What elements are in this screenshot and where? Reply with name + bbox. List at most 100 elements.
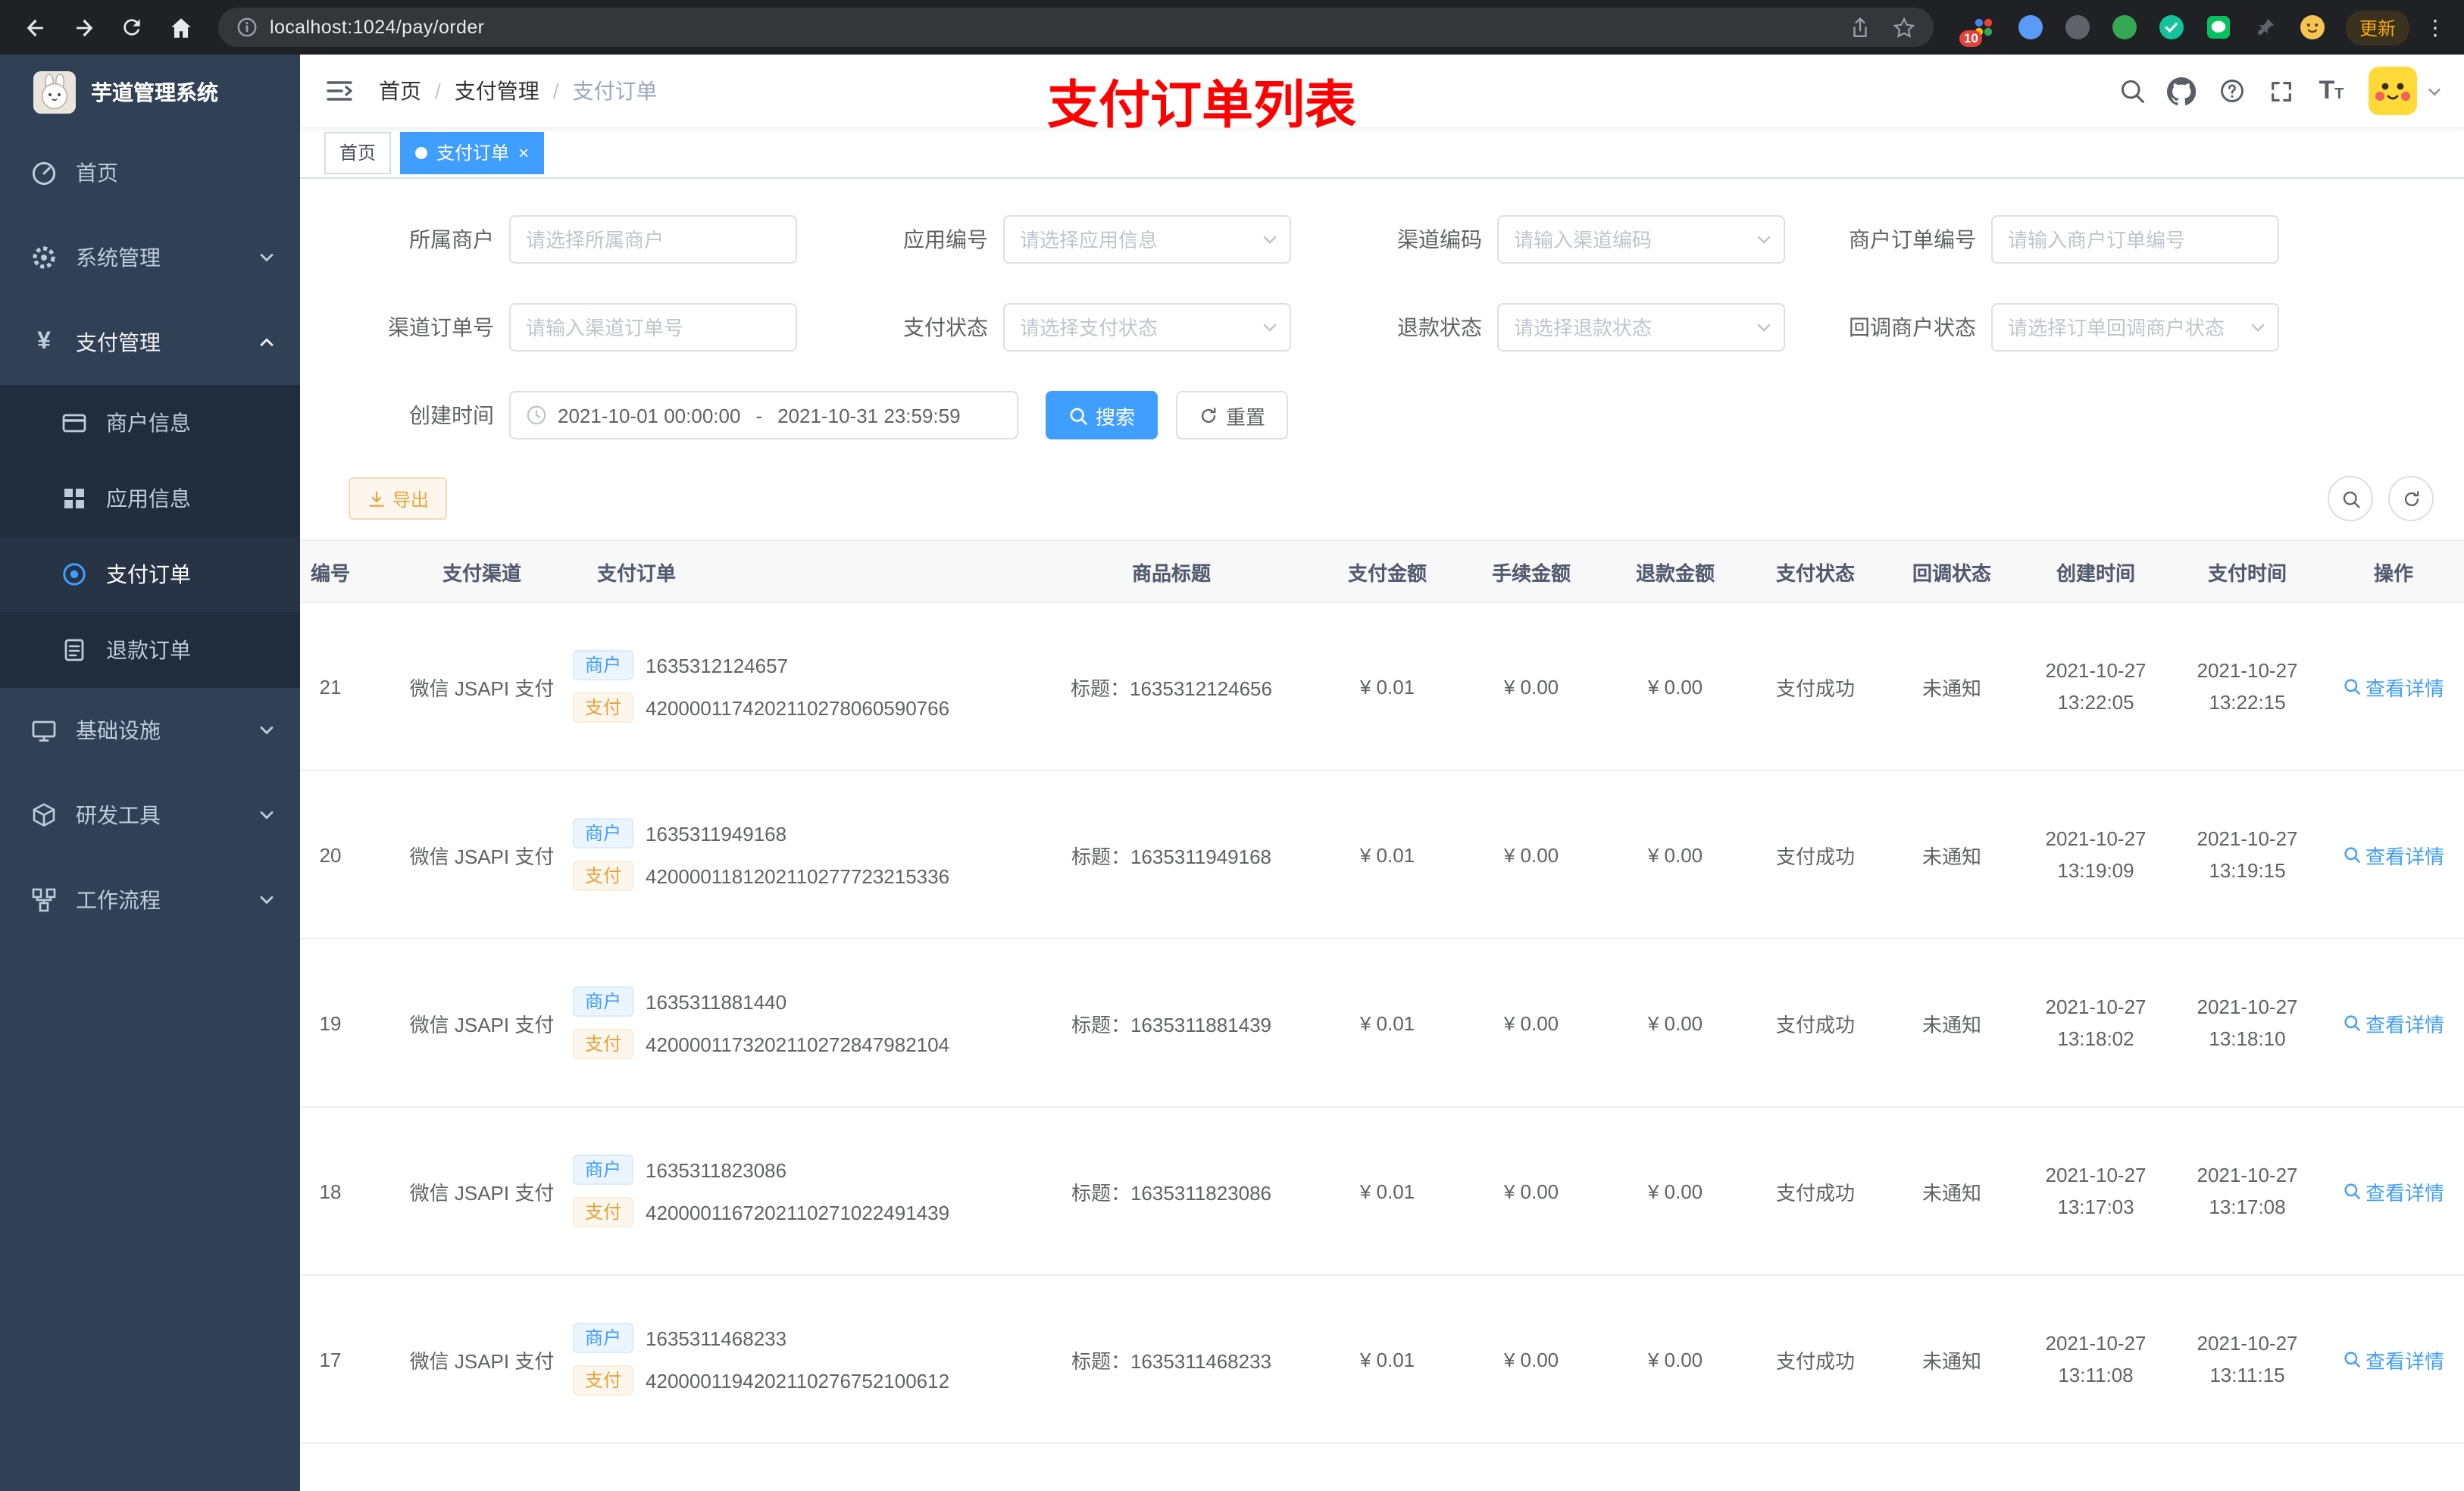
- notify-status-select[interactable]: [1991, 303, 2279, 352]
- github-icon[interactable]: [2156, 66, 2206, 116]
- user-avatar: [2369, 67, 2417, 115]
- filter-create-time: 创建时间 2021-10-01 00:00:00 - 2021-10-31 23…: [330, 391, 1018, 439]
- browser-menu-icon[interactable]: ⋮: [2422, 14, 2449, 40]
- toggle-search-icon[interactable]: [2328, 476, 2373, 521]
- clock-icon: [526, 405, 547, 426]
- hamburger-icon[interactable]: [321, 73, 358, 109]
- cell-pay-status: 支付成功: [1747, 1107, 1884, 1276]
- reload-icon[interactable]: [112, 8, 152, 47]
- merchant-order-no-input[interactable]: [1991, 215, 2279, 264]
- cell-amount: [1315, 1443, 1459, 1491]
- sidebar-menu: 首页 系统管理 ¥ 支付管理 商户信息 应用信息 支付订单 退款订单 基础设施 …: [0, 130, 300, 942]
- cell-pay-time: [2172, 1443, 2323, 1491]
- cell-title: 标题：: [1027, 1443, 1315, 1491]
- font-size-icon[interactable]: TT: [2306, 66, 2356, 116]
- title-value: 1635311468233: [1130, 1349, 1272, 1372]
- view-detail-link[interactable]: 查看详情: [2343, 840, 2444, 869]
- extension-chat-icon[interactable]: [2203, 12, 2234, 42]
- date-range-input[interactable]: 2021-10-01 00:00:00 - 2021-10-31 23:59:5…: [509, 391, 1018, 439]
- cell-pay-order: 商户 1635311823086 支付 42000011672021102710…: [573, 1107, 1027, 1276]
- sidebar-item-workflow[interactable]: 工作流程: [0, 858, 300, 942]
- tab-label: 首页: [339, 142, 377, 164]
- channel-order-no-input[interactable]: [509, 303, 797, 352]
- view-detail-label: 查看详情: [2365, 1349, 2444, 1372]
- merchant-order-no: 1635311468233: [646, 1327, 787, 1349]
- title-prefix: 标题：: [1070, 677, 1130, 699]
- extension-gray-icon[interactable]: [2062, 12, 2093, 42]
- pay-time: 13:19:15: [2209, 859, 2286, 882]
- sidebar-logo[interactable]: 芋道管理系统: [0, 55, 300, 130]
- cell-id: 18: [300, 1107, 391, 1276]
- cell-fee: ¥ 0.00: [1459, 771, 1603, 939]
- channel-pay-no: 4200001174202110278060590766: [646, 696, 950, 719]
- site-info-icon[interactable]: [236, 17, 258, 38]
- sidebar-item-infra[interactable]: 基础设施: [0, 688, 300, 773]
- extension-blue-icon[interactable]: [2015, 12, 2046, 42]
- sidebar-item-home[interactable]: 首页: [0, 130, 300, 215]
- sidebar-item-pay[interactable]: ¥ 支付管理: [0, 300, 300, 385]
- tab-home[interactable]: 首页: [324, 131, 392, 173]
- cell-id: [300, 1443, 391, 1491]
- user-menu[interactable]: [2369, 67, 2443, 115]
- sidebar-item-merchant-info[interactable]: 商户信息: [0, 385, 300, 461]
- url-bar[interactable]: localhost:1024/pay/order: [218, 8, 1934, 47]
- refresh-icon[interactable]: [2388, 476, 2434, 521]
- sidebar-item-devtools[interactable]: 研发工具: [0, 773, 300, 858]
- active-tab-dot: [415, 146, 428, 158]
- record-icon: [61, 561, 88, 588]
- chevron-down-icon: [258, 721, 276, 739]
- filter-merchant: 所属商户: [330, 215, 824, 264]
- back-icon[interactable]: [15, 8, 55, 47]
- refund-status-select[interactable]: [1497, 303, 1785, 352]
- pay-tag: 支付: [573, 1365, 634, 1396]
- extension-dots-icon[interactable]: 10: [1959, 12, 1999, 47]
- share-icon[interactable]: [1849, 16, 1871, 39]
- cell-create-time: 2021-10-27 13:19:09: [2020, 771, 2172, 939]
- view-detail-link[interactable]: 查看详情: [2343, 672, 2444, 701]
- col-title: 商品标题: [1027, 539, 1315, 603]
- tab-pay-order[interactable]: 支付订单 ×: [400, 131, 545, 173]
- view-detail-link[interactable]: 查看详情: [2343, 1177, 2444, 1205]
- browser-update-button[interactable]: 更新: [2345, 10, 2409, 45]
- view-detail-link[interactable]: 查看详情: [2343, 1345, 2444, 1374]
- app-select[interactable]: [1003, 215, 1291, 264]
- breadcrumb-pay-manage[interactable]: 支付管理: [455, 76, 539, 106]
- sidebar-item-app-info[interactable]: 应用信息: [0, 461, 300, 536]
- export-button[interactable]: 导出: [349, 477, 448, 520]
- search-button[interactable]: 搜索: [1046, 391, 1159, 439]
- forward-icon[interactable]: [64, 8, 103, 47]
- cell-pay-status: 支付成功: [1747, 602, 1884, 771]
- reset-button[interactable]: 重置: [1176, 391, 1289, 439]
- extension-green-icon[interactable]: [2109, 12, 2140, 42]
- cell-notify-status: 未通知: [1884, 771, 2020, 939]
- cube-icon: [30, 802, 58, 829]
- sidebar-item-pay-order[interactable]: 支付订单: [0, 536, 300, 612]
- merchant-select[interactable]: [509, 215, 797, 264]
- date-start: 2021-10-01 00:00:00: [558, 404, 741, 427]
- extension-check-icon[interactable]: [2156, 12, 2187, 42]
- col-actions: 操作: [2323, 539, 2464, 603]
- view-detail-link[interactable]: 查看详情: [2343, 1008, 2444, 1037]
- breadcrumb-home[interactable]: 首页: [379, 76, 421, 106]
- sidebar-item-label: 商户信息: [106, 411, 191, 435]
- document-icon: [61, 636, 88, 664]
- pay-status-select[interactable]: [1003, 303, 1291, 352]
- fullscreen-icon[interactable]: [2256, 66, 2306, 116]
- table-row: 商户 1635311857126 支付 标题： 查看详情: [300, 1443, 2464, 1491]
- search-icon[interactable]: [2106, 66, 2156, 116]
- create-time: 13:22:05: [2057, 691, 2134, 714]
- cell-title: 标题：1635311823086: [1027, 1107, 1315, 1276]
- col-notify-status: 回调状态: [1884, 539, 2020, 603]
- bookmark-star-icon[interactable]: [1893, 16, 1915, 39]
- extension-emoji-icon[interactable]: [2297, 12, 2328, 42]
- close-icon[interactable]: ×: [518, 143, 529, 161]
- col-pay-time: 支付时间: [2172, 539, 2323, 603]
- home-icon[interactable]: [161, 8, 200, 47]
- table-toolbar: 导出: [330, 476, 2434, 521]
- sidebar-item-system[interactable]: 系统管理: [0, 215, 300, 300]
- extension-pin-icon[interactable]: [2250, 12, 2281, 42]
- help-icon[interactable]: [2206, 66, 2256, 116]
- sidebar-item-refund-order[interactable]: 退款订单: [0, 612, 300, 688]
- filter-notify-status: 回调商户状态: [1812, 303, 2306, 352]
- channel-code-input[interactable]: [1497, 215, 1785, 264]
